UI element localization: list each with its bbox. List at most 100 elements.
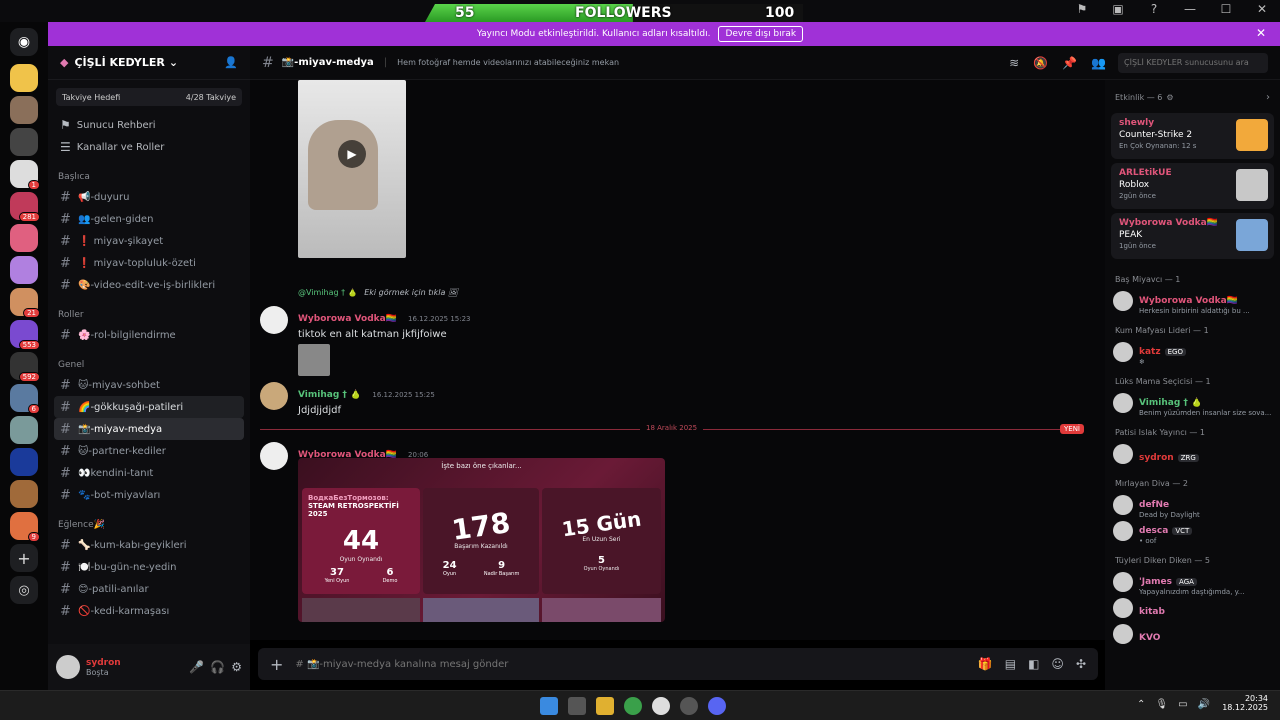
channel-item[interactable]: # ❗ miyav-şikayet	[54, 230, 244, 252]
server-icon[interactable]: 21	[10, 288, 40, 318]
channel-item[interactable]: # 🐱-miyav-sohbet	[54, 374, 244, 396]
sticker-icon[interactable]: ◧	[1028, 657, 1039, 671]
member-list-icon[interactable]: 👥	[1091, 56, 1106, 70]
server-icon[interactable]	[10, 128, 38, 156]
channel-item[interactable]: # 🌸-rol-bilgilendirme	[54, 324, 244, 346]
category-roles[interactable]: Roller	[48, 296, 250, 324]
gif-icon[interactable]: ▤	[1005, 657, 1016, 671]
channel-item[interactable]: # 🍽️-bu-gün-ne-yedin	[54, 556, 244, 578]
channel-item[interactable]: # 🐾-bot-miyavları	[54, 484, 244, 506]
member-item[interactable]: KVO	[1105, 621, 1280, 647]
discover-icon[interactable]: ◎	[10, 576, 38, 604]
help-icon[interactable]: ?	[1146, 2, 1162, 16]
headphones-icon[interactable]: 🎧	[210, 660, 225, 674]
pin-icon[interactable]: 📌	[1062, 56, 1077, 70]
server-icon[interactable]: 1	[10, 160, 40, 190]
server-icon[interactable]	[10, 224, 38, 252]
member-item[interactable]: 'James AGA Yapayalnızdım daştığımda, y...	[1105, 569, 1280, 596]
channels-roles-link[interactable]: ☰ Kanallar ve Roller	[48, 136, 250, 158]
channel-item[interactable]: # 📢-duyuru	[54, 186, 244, 208]
message-input[interactable]	[295, 658, 966, 670]
network-icon[interactable]: ▭	[1178, 699, 1187, 710]
add-member-icon[interactable]: 👤	[224, 56, 238, 69]
emoji-icon[interactable]: ☺	[1051, 657, 1064, 671]
member-item[interactable]: Wyborowa Vodka🏳️‍🌈 Herkesin birbirini ald…	[1105, 288, 1280, 315]
attach-plus-icon[interactable]: +	[270, 655, 283, 674]
channel-item[interactable]: # ❗ miyav-topluluk-özeti	[54, 252, 244, 274]
activity-card[interactable]: shewly Counter-Strike 2 En Çok Oynanan: 12…	[1111, 113, 1274, 159]
server-icon[interactable]: 592	[10, 352, 40, 382]
server-icon[interactable]	[10, 416, 38, 444]
screen-icon[interactable]: ▣	[1110, 2, 1126, 16]
server-guide-link[interactable]: ⚑ Sunucu Rehberi	[48, 114, 250, 136]
category-fun[interactable]: Eğlence🎉	[48, 506, 250, 534]
play-icon[interactable]: ▶	[338, 140, 366, 168]
server-icon-cat[interactable]	[10, 96, 38, 124]
activity-card[interactable]: Wyborowa Vodka🏳️‍🌈 PEAK 1gün önce	[1111, 213, 1274, 259]
channel-item[interactable]: # 👥-gelen-giden	[54, 208, 244, 230]
close-banner-icon[interactable]: ✕	[1256, 26, 1266, 40]
tray-chevron-icon[interactable]: ⌃	[1137, 699, 1145, 710]
member-item[interactable]: defNe Dead by Daylight	[1105, 492, 1280, 519]
clock[interactable]: 20:34 18.12.2025	[1222, 694, 1268, 712]
server-icon[interactable]: 9	[10, 512, 40, 542]
discord-home-icon[interactable]: ◉	[10, 28, 38, 56]
member-item[interactable]: sydron ZRG	[1105, 441, 1280, 467]
reply-reference[interactable]: @Vimihag † 🍐 Eki görmek için tıkla 🖼	[298, 288, 458, 297]
maximize-button[interactable]: ☐	[1218, 2, 1234, 16]
channel-item[interactable]: # 🎨-video-edit-ve-iş-birlikleri	[54, 274, 244, 296]
activity-card[interactable]: ARLEtikUE Roblox 2gün önce	[1111, 163, 1274, 209]
member-item[interactable]: desca VCT • oof	[1105, 518, 1280, 545]
channel-item[interactable]: # 😊-patili-anılar	[54, 578, 244, 600]
server-icon[interactable]	[10, 448, 38, 476]
server-icon-sydron[interactable]	[10, 64, 38, 92]
close-window-button[interactable]: ✕	[1254, 2, 1270, 16]
avatar[interactable]	[56, 655, 80, 679]
member-item[interactable]: Vimihag † 🍐 Benim yüzümden insanlar size …	[1105, 390, 1280, 417]
volume-icon[interactable]: 🔊	[1198, 699, 1210, 710]
add-server-icon[interactable]: +	[10, 544, 38, 572]
notification-muted-icon[interactable]: 🔕	[1033, 56, 1048, 70]
steam-retrospective-image[interactable]: İşte bazı öne çıkanlar... ВодкаБезТормоз…	[298, 458, 665, 622]
threads-icon[interactable]: ≋	[1009, 56, 1019, 70]
disable-streamer-mode-button[interactable]: Devre dışı bırak	[718, 26, 804, 42]
gift-icon[interactable]: 🎁	[978, 657, 993, 671]
server-header[interactable]: ◆ ÇİŞLİ KEDYLER ⌄ 👤	[48, 46, 250, 80]
server-icon[interactable]	[10, 480, 38, 508]
search-input[interactable]	[1118, 52, 1268, 73]
chrome-icon[interactable]	[624, 697, 642, 715]
server-icon[interactable]: 553	[10, 320, 40, 350]
steam-icon[interactable]	[652, 697, 670, 715]
member-item[interactable]: kitab	[1105, 595, 1280, 621]
boost-goal-bar[interactable]: Takviye Hedefi 4/28 Takviye	[56, 88, 242, 106]
channel-item[interactable]: # 🚫-kedi-karmaşası	[54, 600, 244, 622]
channel-item[interactable]: # 🐱-partner-kediler	[54, 440, 244, 462]
category-main[interactable]: Başlıca	[48, 158, 250, 186]
server-icon[interactable]	[10, 256, 38, 284]
windows-start-icon[interactable]	[540, 697, 558, 715]
inbox-icon[interactable]: ⚑	[1074, 2, 1090, 16]
channel-topic[interactable]: Hem fotoğraf hemde videolarınızı atabile…	[397, 58, 619, 67]
message-author[interactable]: Wyborowa Vodka🏳️‍🌈	[298, 314, 397, 324]
obs-icon[interactable]	[680, 697, 698, 715]
mic-icon[interactable]: 🎙	[1155, 699, 1168, 710]
message-author[interactable]: Vimihag † 🍐	[298, 390, 361, 400]
member-item[interactable]: katz EGO ❄	[1105, 339, 1280, 366]
avatar[interactable]	[260, 382, 288, 410]
video-attachment[interactable]: ▶	[298, 80, 406, 258]
channel-item[interactable]: # 👀kendini-tanıt	[54, 462, 244, 484]
task-view-icon[interactable]	[568, 697, 586, 715]
category-general[interactable]: Genel	[48, 346, 250, 374]
server-icon[interactable]: 281	[10, 192, 40, 222]
apps-icon[interactable]: ✣	[1076, 657, 1086, 671]
activity-header[interactable]: Etkinlik — 6 ⚙ ›	[1105, 80, 1280, 109]
discord-taskbar-icon[interactable]	[708, 697, 726, 715]
avatar[interactable]	[260, 442, 288, 470]
channel-item[interactable]: # 🦴-kum-kabı-geyikleri	[54, 534, 244, 556]
server-icon[interactable]: 6	[10, 384, 40, 414]
settings-gear-icon[interactable]: ⚙	[231, 660, 242, 674]
channel-item[interactable]: # 🌈-gökkuşağı-patileri	[54, 396, 244, 418]
avatar[interactable]	[260, 306, 288, 334]
mic-muted-icon[interactable]: 🎤	[189, 660, 204, 674]
image-attachment[interactable]	[298, 344, 330, 376]
